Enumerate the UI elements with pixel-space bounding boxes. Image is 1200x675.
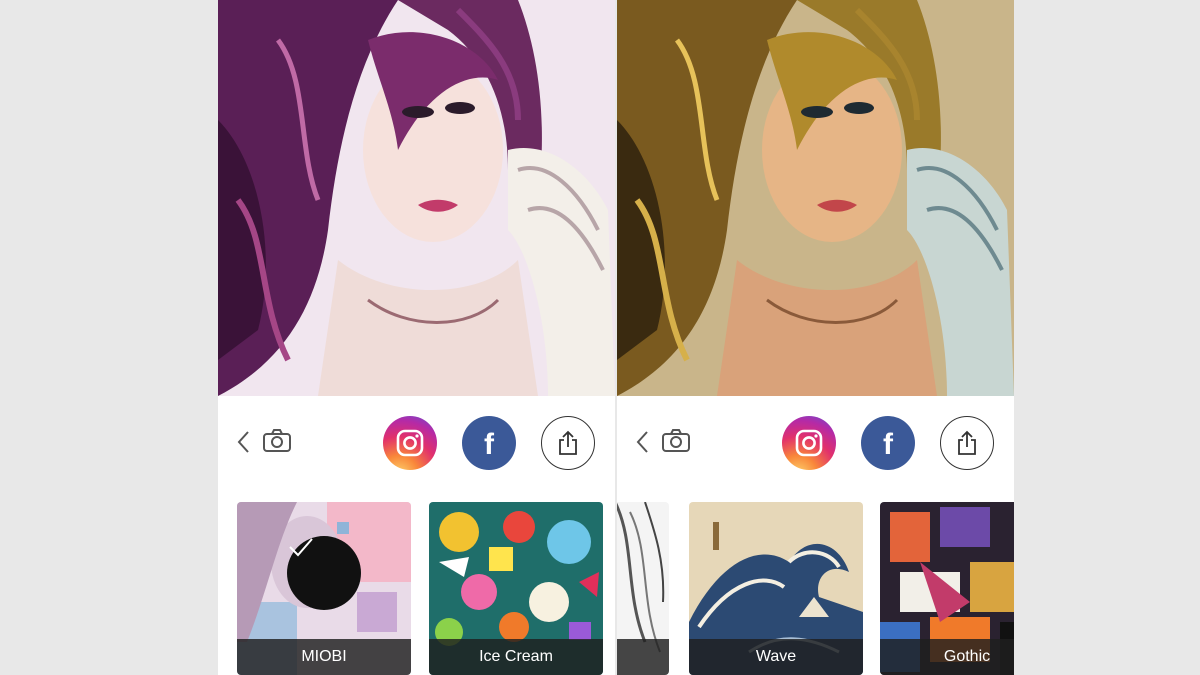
filter-card-miobi[interactable]: MIOBI (237, 502, 411, 675)
filter-strip: Wave Gothic (617, 502, 1014, 675)
filter-card-wave[interactable]: Wave (689, 502, 863, 675)
instagram-icon (396, 429, 424, 457)
chevron-left-icon[interactable] (236, 430, 250, 454)
camera-icon[interactable] (661, 429, 691, 453)
share-button[interactable] (940, 416, 994, 470)
checkmark-icon (289, 538, 313, 557)
stylized-photo-preview (218, 0, 615, 396)
facebook-share-button[interactable]: f (462, 416, 516, 470)
phone-screen-right: f Wave Gothic (617, 0, 1014, 675)
chevron-left-icon[interactable] (635, 430, 649, 454)
filter-label: Wave (689, 639, 863, 675)
share-icon (958, 430, 976, 455)
phone-screen-left: f MIOBI Ice Cream (218, 0, 615, 675)
facebook-icon: f (484, 428, 494, 461)
filter-label: MIOBI (237, 639, 411, 675)
filter-card-sketch[interactable] (617, 502, 669, 675)
instagram-share-button[interactable] (383, 416, 437, 470)
instagram-share-button[interactable] (782, 416, 836, 470)
filter-label: Ice Cream (429, 639, 603, 675)
filter-card-ice-cream[interactable]: Ice Cream (429, 502, 603, 675)
instagram-icon (795, 429, 823, 457)
camera-icon[interactable] (262, 429, 292, 453)
share-button[interactable] (541, 416, 595, 470)
facebook-icon: f (883, 428, 893, 461)
stylized-photo-preview (617, 0, 1014, 396)
share-icon (559, 430, 577, 455)
filter-card-gothic[interactable]: Gothic (880, 502, 1014, 675)
selected-indicator (287, 536, 361, 610)
share-toolbar: f (218, 396, 615, 488)
filter-label (617, 639, 669, 675)
share-toolbar: f (617, 396, 1014, 488)
filter-label: Gothic (880, 639, 1014, 675)
facebook-share-button[interactable]: f (861, 416, 915, 470)
filter-strip: MIOBI Ice Cream (218, 502, 615, 675)
